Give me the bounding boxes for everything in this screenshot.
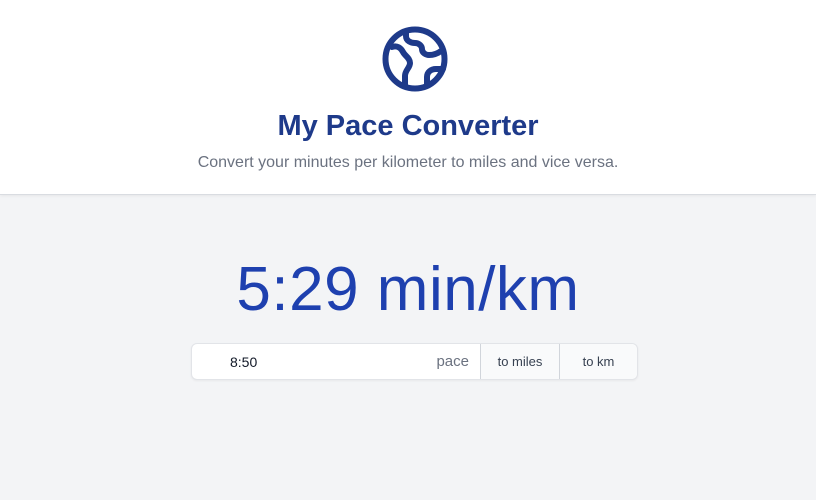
header: My Pace Converter Convert your minutes p…: [0, 0, 816, 195]
pace-input[interactable]: [192, 344, 422, 379]
to-km-button[interactable]: to km: [559, 344, 637, 379]
page-title: My Pace Converter: [277, 110, 539, 142]
converted-pace-result: 5:29 min/km: [236, 255, 580, 324]
page-subtitle: Convert your minutes per kilometer to mi…: [197, 154, 619, 171]
to-miles-button[interactable]: to miles: [480, 344, 559, 379]
pace-label: pace: [436, 353, 469, 370]
globe-icon: [382, 26, 448, 92]
pace-converter-form: pace to miles to km: [191, 343, 638, 380]
